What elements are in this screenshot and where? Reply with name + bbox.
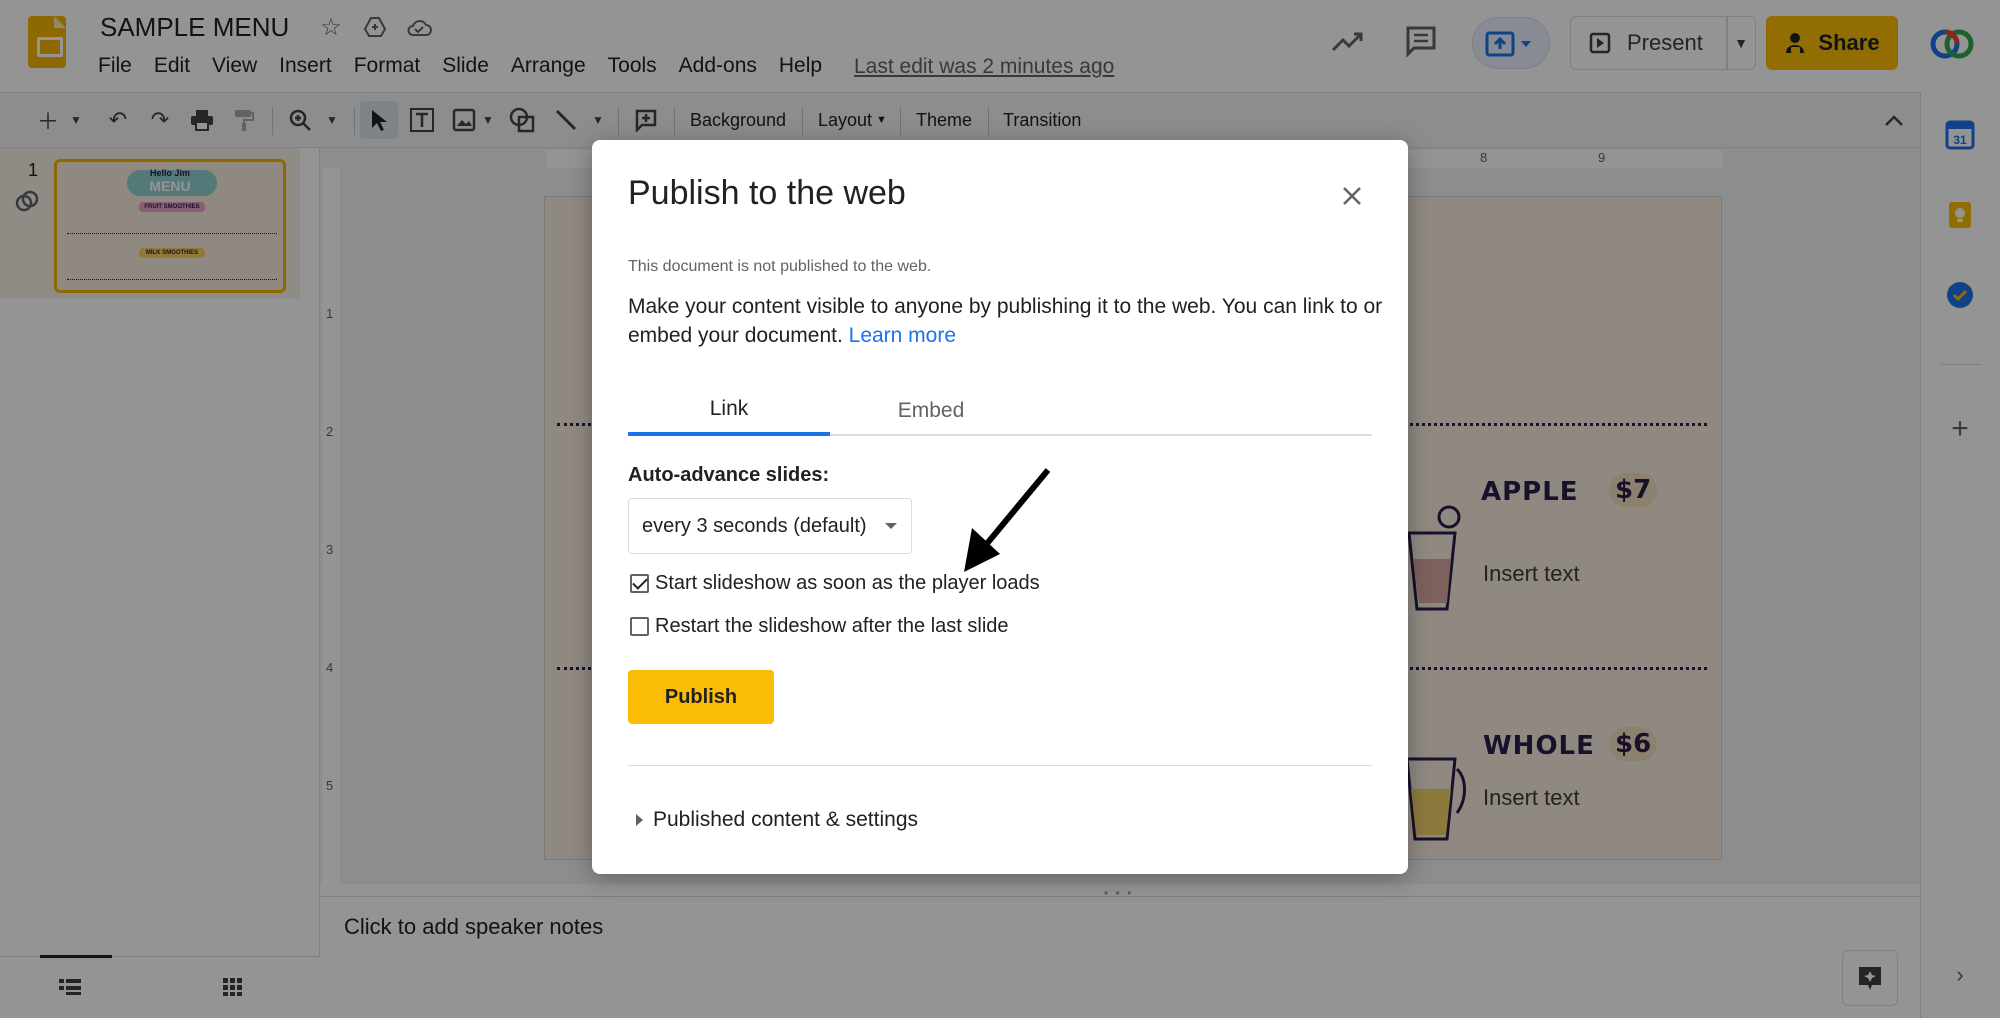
dropdown-caret-icon xyxy=(885,523,897,529)
dialog-description: Make your content visible to anyone by p… xyxy=(628,292,1388,350)
restart-option[interactable]: Restart the slideshow after the last sli… xyxy=(630,615,1009,638)
auto-advance-value: every 3 seconds (default) xyxy=(642,514,867,537)
auto-advance-select[interactable]: every 3 seconds (default) xyxy=(628,498,912,554)
publish-status: This document is not published to the we… xyxy=(628,258,932,275)
description-text: Make your content visible to anyone by p… xyxy=(628,295,1383,347)
publish-tabs: Link Embed xyxy=(628,386,1372,436)
published-settings-toggle[interactable]: Published content & settings xyxy=(636,808,918,832)
chevron-right-icon xyxy=(636,814,643,826)
annotation-arrow-icon xyxy=(964,468,1051,572)
tab-embed[interactable]: Embed xyxy=(830,386,1032,436)
tab-link[interactable]: Link xyxy=(628,386,830,436)
close-icon[interactable] xyxy=(1332,176,1372,216)
start-on-load-checkbox[interactable] xyxy=(630,574,649,593)
dialog-divider xyxy=(628,765,1372,766)
dialog-title: Publish to the web xyxy=(628,174,906,212)
publish-button[interactable]: Publish xyxy=(628,670,774,724)
restart-checkbox[interactable] xyxy=(630,617,649,636)
learn-more-link[interactable]: Learn more xyxy=(849,324,956,347)
published-settings-label: Published content & settings xyxy=(653,808,919,831)
auto-advance-label: Auto-advance slides: xyxy=(628,464,830,486)
restart-label: Restart the slideshow after the last sli… xyxy=(655,615,1009,637)
